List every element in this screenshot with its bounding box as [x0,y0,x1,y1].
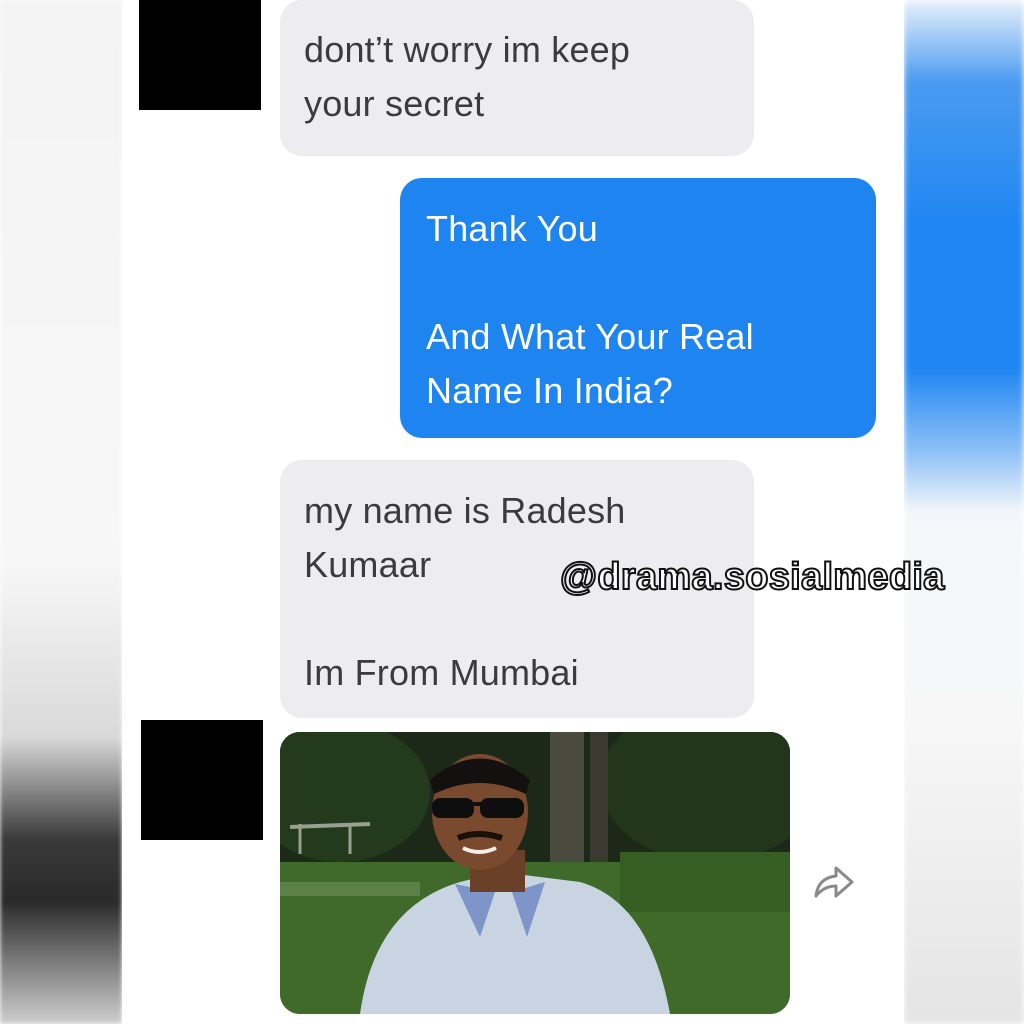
watermark-text: @drama.sosialmedia [559,555,945,599]
redacted-avatar [141,720,263,840]
blurred-background-right [904,0,1024,1024]
message-text-line: your secret [304,83,485,124]
message-text-line: Thank You [426,208,598,249]
blurred-background-left [0,0,122,1024]
outgoing-message-bubble[interactable]: Thank You And What Your Real Name In Ind… [400,178,876,438]
message-text-line: Im From Mumbai [304,652,579,693]
message-text-line: And What Your Real [426,316,754,357]
redacted-avatar [139,0,261,110]
chat-thread[interactable]: dont’t worry im keep your secret Thank Y… [122,0,904,1024]
incoming-message-bubble[interactable]: dont’t worry im keep your secret [280,0,754,156]
message-text-line: my name is Radesh [304,490,626,531]
share-icon[interactable] [812,862,856,902]
message-text-line: dont’t worry im keep [304,29,631,70]
shared-photo[interactable] [280,732,790,1014]
message-text-line: Name In India? [426,370,673,411]
photo-person-illustration [280,732,790,1014]
